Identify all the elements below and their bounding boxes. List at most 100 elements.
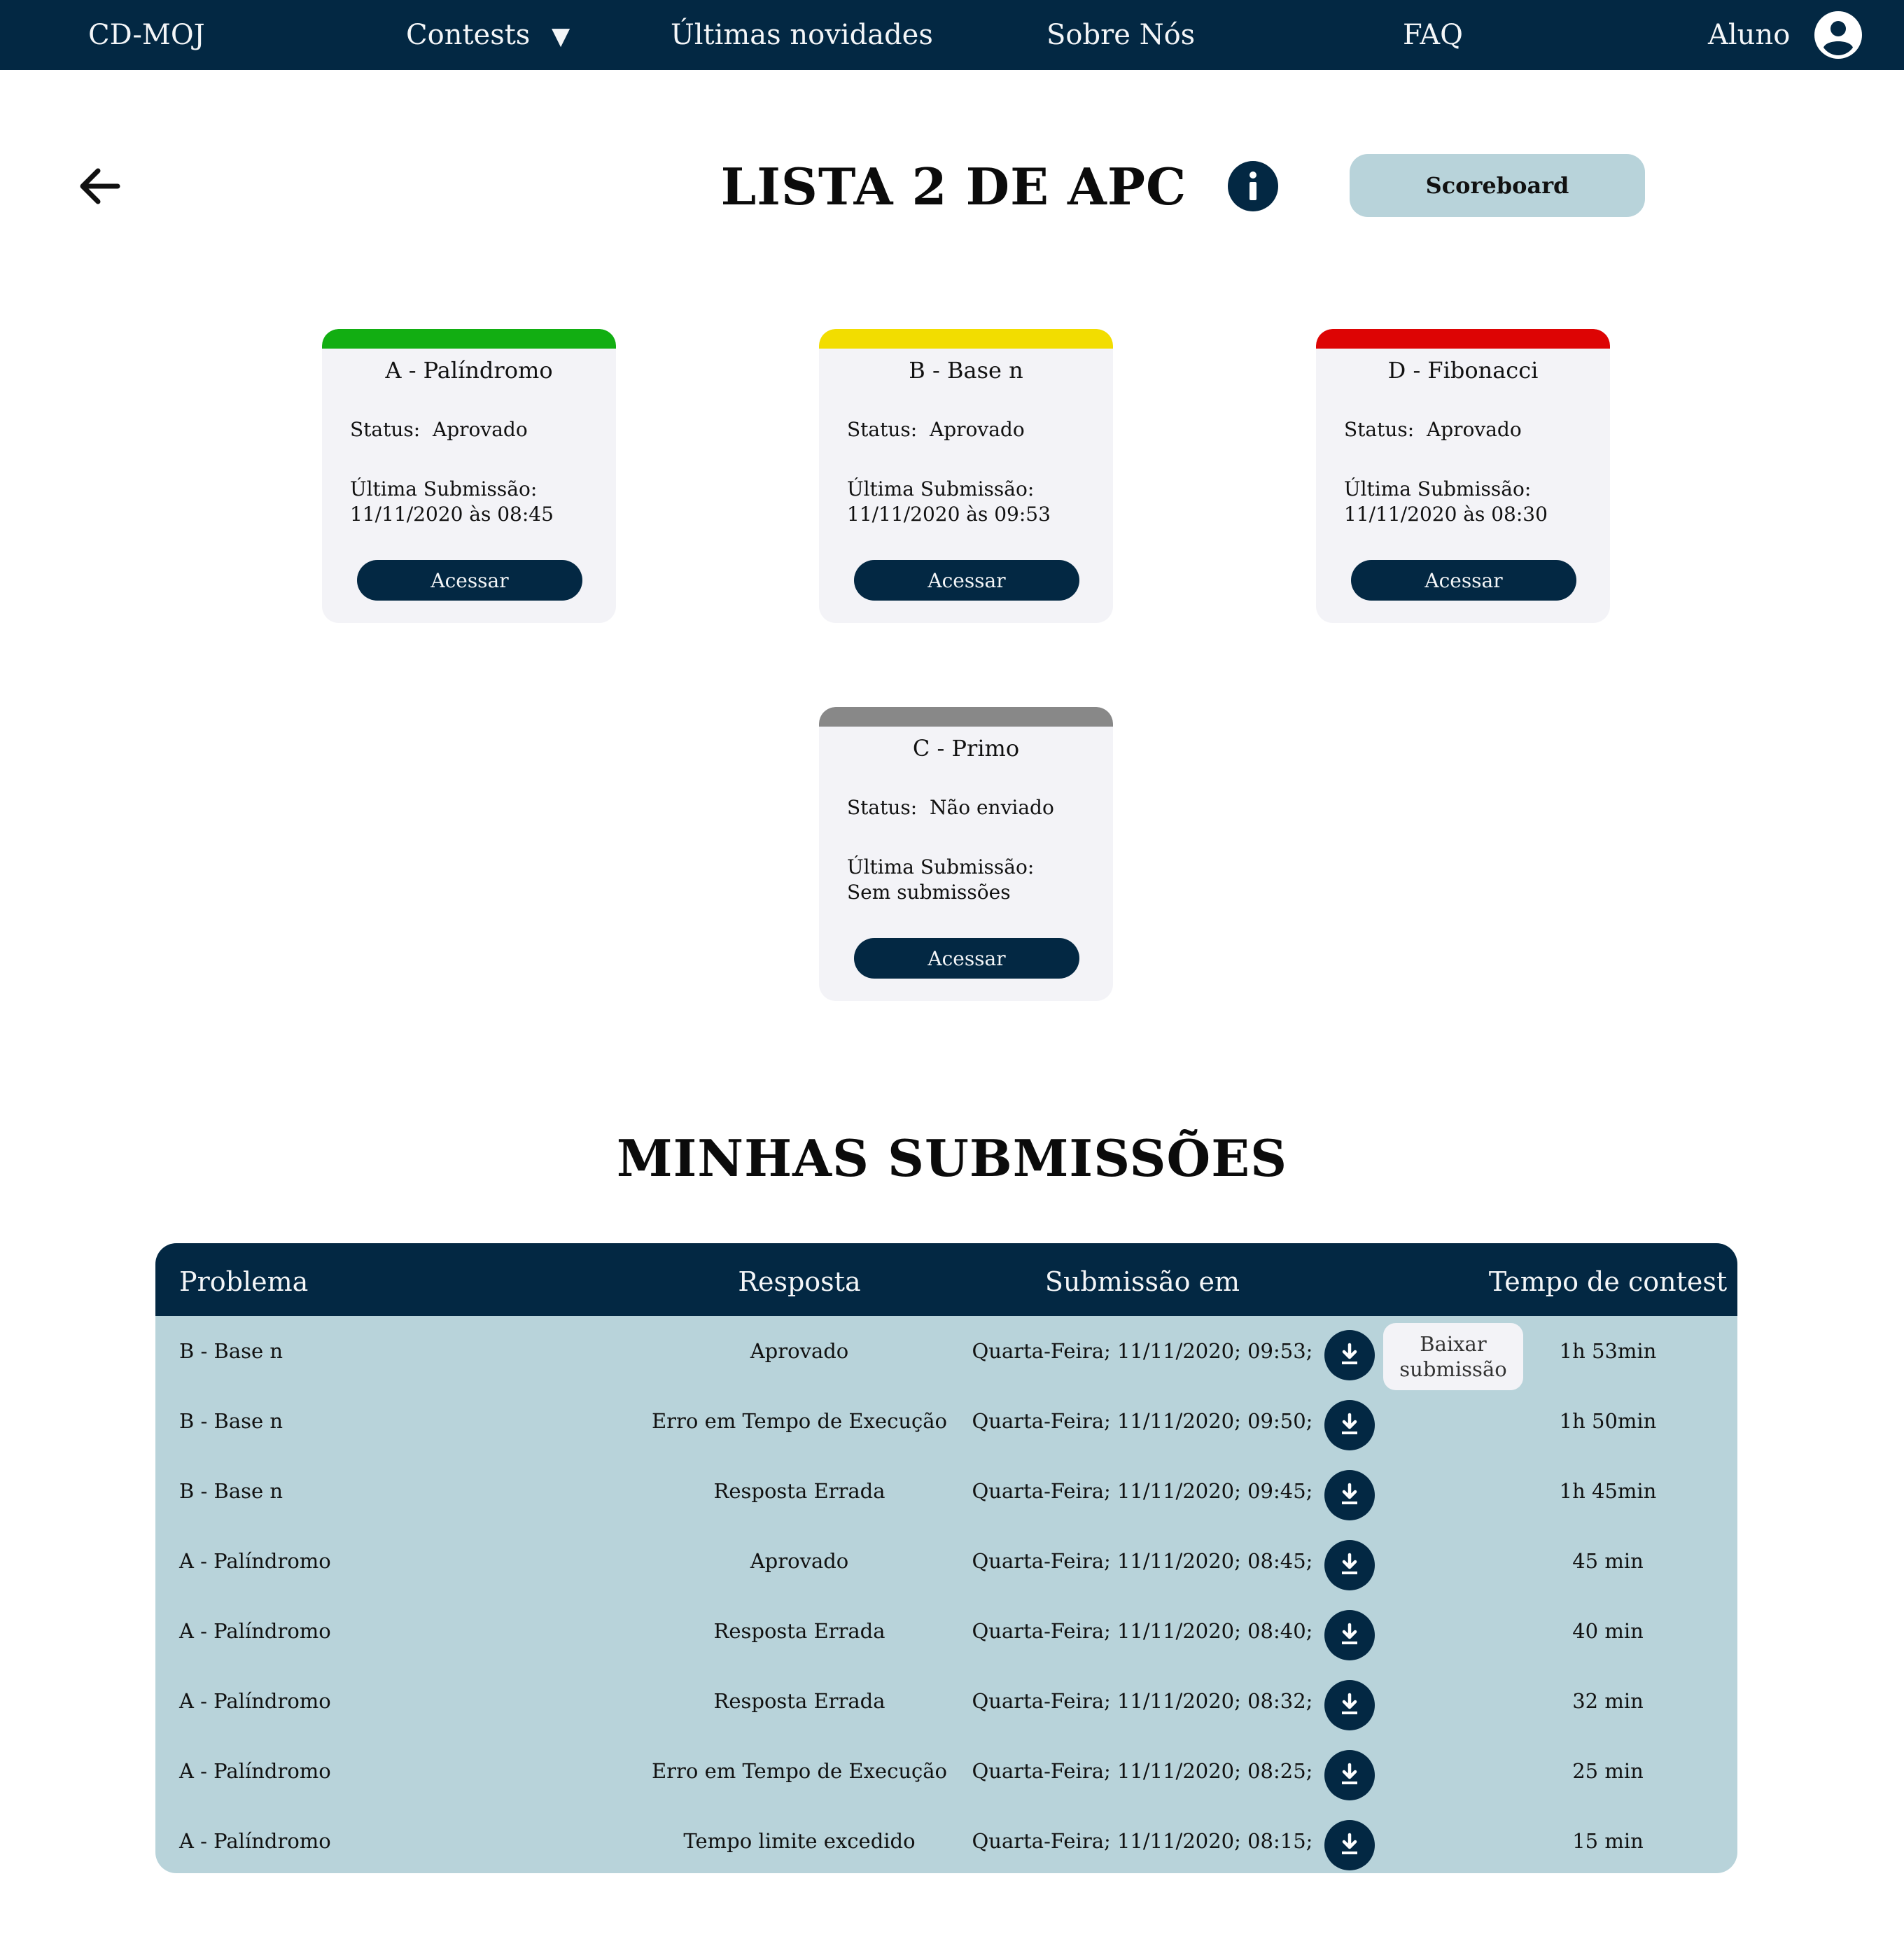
cell-problem: A - Palíndromo (179, 1829, 331, 1853)
problem-status: Status: Aprovado (350, 418, 528, 441)
last-submission-value: Sem submissões (847, 881, 1011, 904)
cell-time: 1h 53min (1559, 1339, 1657, 1363)
cell-submitted: Quarta-Feira; 11/11/2020; 09:53; (972, 1339, 1313, 1363)
problem-status: Status: Aprovado (1344, 418, 1522, 441)
last-submission-value: 11/11/2020 às 08:30 (1344, 503, 1548, 526)
table-row: A - Palíndromo Resposta Errada Quarta-Fe… (155, 1666, 1737, 1736)
table-row: B - Base n Resposta Errada Quarta-Feira;… (155, 1456, 1737, 1526)
download-icon (1342, 1833, 1357, 1854)
column-header-submitted: Submissão em (1044, 1266, 1240, 1297)
last-submission-label: Última Submissão: (350, 477, 538, 500)
problem-status: Status: Não enviado (847, 796, 1054, 819)
download-icon (1342, 1623, 1357, 1644)
download-button[interactable] (1324, 1610, 1375, 1660)
nav-user-label[interactable]: Aluno (1708, 15, 1790, 55)
cell-submitted: Quarta-Feira; 11/11/2020; 09:45; (972, 1479, 1313, 1503)
column-header-answer: Resposta (738, 1266, 861, 1297)
column-header-problem: Problema (179, 1266, 309, 1297)
chevron-down-icon[interactable]: ▼ (552, 20, 570, 53)
cell-time: 32 min (1572, 1689, 1644, 1713)
cell-answer: Resposta Errada (713, 1479, 886, 1503)
nav-about[interactable]: Sobre Nós (1046, 15, 1195, 55)
cell-answer: Erro em Tempo de Execução (652, 1409, 947, 1433)
cell-time: 1h 45min (1559, 1479, 1657, 1503)
status-color-bar (819, 707, 1113, 727)
download-button[interactable] (1324, 1680, 1375, 1730)
nav-contests[interactable]: Contests (406, 15, 530, 55)
cell-problem: B - Base n (179, 1479, 284, 1503)
download-button[interactable] (1324, 1820, 1375, 1870)
problem-card: B - Base n Status: Aprovado Última Submi… (819, 329, 1113, 623)
problem-title: B - Base n (909, 357, 1023, 384)
user-circle-icon[interactable] (1814, 11, 1862, 59)
problem-title: A - Palíndromo (385, 357, 553, 384)
scoreboard-button[interactable]: Scoreboard (1350, 154, 1645, 217)
table-row: A - Palíndromo Resposta Errada Quarta-Fe… (155, 1596, 1737, 1666)
cell-submitted: Quarta-Feira; 11/11/2020; 08:40; (972, 1619, 1313, 1643)
cell-submitted: Quarta-Feira; 11/11/2020; 08:15; (972, 1829, 1313, 1853)
cell-time: 25 min (1572, 1759, 1644, 1783)
cell-answer: Resposta Errada (713, 1689, 886, 1713)
nav-news[interactable]: Últimas novidades (671, 15, 933, 55)
table-row: A - Palíndromo Tempo limite excedido Qua… (155, 1806, 1737, 1873)
table-header: Problema Resposta Submissão em Tempo de … (155, 1243, 1737, 1316)
problem-title: D - Fibonacci (1387, 357, 1539, 384)
download-button[interactable] (1324, 1540, 1375, 1590)
problem-title: C - Primo (912, 735, 1020, 762)
problem-card: C - Primo Status: Não enviado Última Sub… (819, 707, 1113, 1001)
problem-card: A - Palíndromo Status: Aprovado Última S… (322, 329, 616, 623)
cell-time: 1h 50min (1559, 1409, 1657, 1433)
cell-time: 45 min (1572, 1549, 1644, 1573)
info-icon[interactable] (1228, 161, 1278, 211)
table-row: B - Base n Aprovado Quarta-Feira; 11/11/… (155, 1316, 1737, 1390)
cell-answer: Aprovado (750, 1339, 849, 1363)
last-submission-label: Última Submissão: (847, 477, 1035, 500)
cell-time: 15 min (1572, 1829, 1644, 1853)
page-title: LISTA 2 DE APC (720, 157, 1187, 216)
download-button[interactable] (1324, 1400, 1375, 1450)
cell-submitted: Quarta-Feira; 11/11/2020; 08:45; (972, 1549, 1313, 1573)
cell-answer: Tempo limite excedido (683, 1829, 916, 1853)
cell-answer: Resposta Errada (713, 1619, 886, 1643)
cell-problem: A - Palíndromo (179, 1689, 331, 1713)
download-tooltip: Baixar submissão (1383, 1323, 1523, 1390)
cell-time: 40 min (1572, 1619, 1644, 1643)
cell-problem: A - Palíndromo (179, 1759, 331, 1783)
download-icon (1342, 1343, 1357, 1364)
access-button[interactable]: Acessar (854, 938, 1079, 979)
download-icon (1342, 1763, 1357, 1784)
table-row: A - Palíndromo Aprovado Quarta-Feira; 11… (155, 1526, 1737, 1596)
cell-submitted: Quarta-Feira; 11/11/2020; 08:25; (972, 1759, 1313, 1783)
cell-submitted: Quarta-Feira; 11/11/2020; 09:50; (972, 1409, 1313, 1433)
cell-submitted: Quarta-Feira; 11/11/2020; 08:32; (972, 1689, 1313, 1713)
cell-problem: A - Palíndromo (179, 1619, 331, 1643)
access-button[interactable]: Acessar (854, 560, 1079, 601)
problem-status: Status: Aprovado (847, 418, 1025, 441)
cell-problem: B - Base n (179, 1339, 284, 1363)
status-color-bar (819, 329, 1113, 349)
download-button[interactable] (1324, 1330, 1375, 1380)
brand-link[interactable]: CD-MOJ (88, 15, 205, 55)
status-color-bar (322, 329, 616, 349)
status-color-bar (1316, 329, 1610, 349)
download-button[interactable] (1324, 1470, 1375, 1520)
last-submission-value: 11/11/2020 às 08:45 (350, 503, 554, 526)
submissions-table: Problema Resposta Submissão em Tempo de … (155, 1243, 1737, 1873)
download-icon (1342, 1483, 1357, 1504)
table-row: A - Palíndromo Erro em Tempo de Execução… (155, 1736, 1737, 1806)
cell-problem: A - Palíndromo (179, 1549, 331, 1573)
cell-problem: B - Base n (179, 1409, 284, 1433)
top-nav: CD-MOJ Contests ▼ Últimas novidades Sobr… (0, 0, 1904, 70)
column-header-time: Tempo de contest (1488, 1266, 1728, 1297)
table-row: B - Base n Erro em Tempo de Execução Qua… (155, 1386, 1737, 1456)
download-icon (1342, 1553, 1357, 1574)
access-button[interactable]: Acessar (1351, 560, 1576, 601)
last-submission-value: 11/11/2020 às 09:53 (847, 503, 1051, 526)
nav-faq[interactable]: FAQ (1403, 15, 1463, 55)
download-icon (1342, 1413, 1357, 1434)
last-submission-label: Última Submissão: (1344, 477, 1532, 500)
arrow-left-icon[interactable] (76, 162, 123, 210)
cell-answer: Aprovado (750, 1549, 849, 1573)
download-button[interactable] (1324, 1750, 1375, 1800)
access-button[interactable]: Acessar (357, 560, 582, 601)
